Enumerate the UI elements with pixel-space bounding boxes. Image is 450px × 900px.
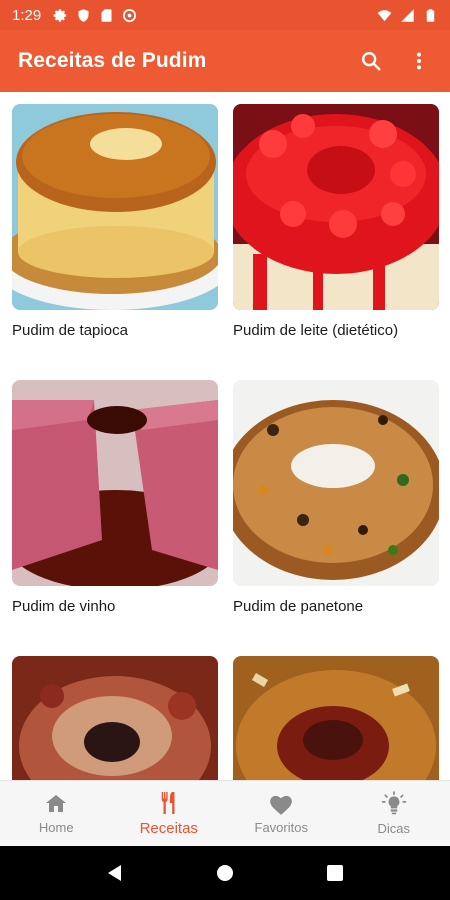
recents-button[interactable]: [323, 861, 347, 885]
nav-favoritos[interactable]: Favoritos: [225, 781, 338, 846]
system-navigation-bar: [0, 846, 450, 900]
nav-dicas[interactable]: Dicas: [338, 781, 450, 846]
more-vert-icon: [416, 52, 422, 70]
recipe-card[interactable]: Pudim de panetone: [233, 380, 439, 615]
more-options-button[interactable]: [406, 48, 432, 74]
sync-icon: [123, 8, 137, 22]
lightbulb-icon: [381, 791, 406, 815]
nav-home-label: Home: [38, 820, 74, 835]
app-title: Receitas de Pudim: [18, 49, 207, 72]
wifi-icon: [377, 9, 392, 21]
search-button[interactable]: [358, 48, 384, 74]
sd-card-icon: [101, 8, 112, 22]
status-notification-icons: [53, 8, 137, 23]
battery-icon: [426, 8, 435, 22]
home-icon: [46, 795, 67, 812]
home-button[interactable]: [213, 861, 237, 885]
recipe-name: Pudim de panetone: [233, 598, 364, 615]
recipe-image: [233, 104, 439, 310]
status-system-icons: [377, 8, 438, 23]
nav-home[interactable]: Home: [0, 781, 113, 846]
recents-square-icon: [327, 865, 343, 881]
nav-receitas[interactable]: Receitas: [113, 781, 226, 846]
recipe-name: Pudim de tapioca: [12, 322, 128, 339]
recipe-image: [12, 104, 218, 310]
app-bar: Receitas de Pudim: [0, 30, 450, 92]
recipe-card[interactable]: Pudim de vinho: [12, 380, 218, 615]
recipe-grid: Pudim de tapioca Pudim de leite (dietéti…: [0, 92, 450, 780]
recipe-image: [12, 656, 218, 780]
app-actions: [358, 48, 432, 74]
recipe-image: [233, 656, 439, 780]
recipe-card[interactable]: Pudim de leite (dietético): [233, 104, 439, 339]
shield-icon: [78, 8, 89, 22]
recipe-card[interactable]: [12, 656, 218, 780]
home-circle-icon: [217, 865, 233, 881]
settings-icon: [53, 8, 67, 22]
recipe-name: Pudim de leite (dietético): [233, 322, 399, 339]
utensils-icon: [161, 792, 175, 814]
recipe-image: [12, 380, 218, 586]
recipe-name: Pudim de vinho: [12, 598, 116, 615]
status-time: 1:29: [12, 6, 42, 24]
recipe-card[interactable]: [233, 656, 439, 780]
heart-icon: [270, 795, 293, 815]
nav-receitas-label: Receitas: [139, 820, 198, 837]
search-icon: [362, 52, 381, 71]
nav-dicas-label: Dicas: [377, 821, 410, 836]
nav-favoritos-label: Favoritos: [254, 820, 308, 835]
back-button[interactable]: [103, 861, 127, 885]
bottom-navigation: Home Receitas Favoritos Dicas: [0, 780, 450, 846]
status-bar: 1:29: [0, 0, 450, 30]
recipe-image: [233, 380, 439, 586]
back-triangle-icon: [108, 865, 121, 881]
recipe-card[interactable]: Pudim de tapioca: [12, 104, 218, 339]
signal-icon: [401, 8, 414, 22]
